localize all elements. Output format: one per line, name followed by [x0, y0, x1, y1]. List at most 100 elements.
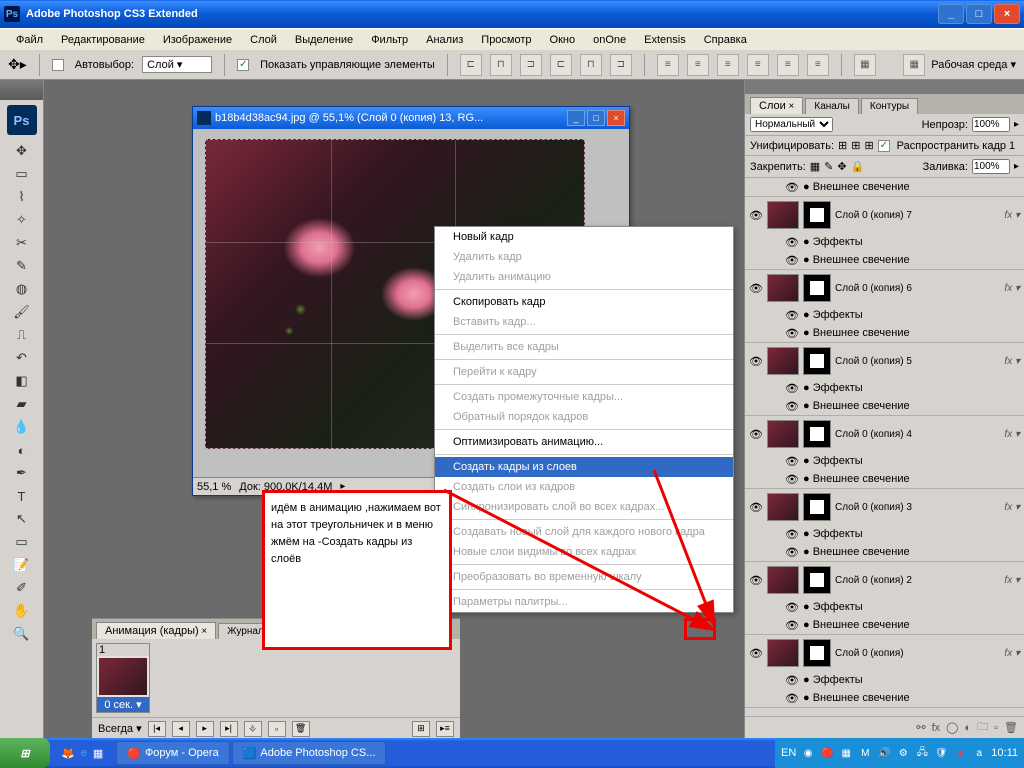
taskbar-item-opera[interactable]: 🔴 Форум - Opera	[116, 741, 229, 765]
menu-onone[interactable]: onOne	[585, 32, 634, 48]
marquee-tool[interactable]: ▭	[10, 163, 34, 185]
layer-row[interactable]: 👁Слой 0 (копия) 2fx ▾	[745, 562, 1024, 598]
gradient-tool[interactable]: ▰	[10, 393, 34, 415]
eraser-tool[interactable]: ◧	[10, 370, 34, 392]
distribute-icon[interactable]: ≡	[807, 54, 829, 76]
unify-icon[interactable]: ⊞	[838, 139, 847, 152]
frame-duration[interactable]: 0 сек. ▾	[97, 697, 149, 712]
menu-item[interactable]: Оптимизировать анимацию...	[435, 432, 733, 452]
layer-mask[interactable]	[803, 274, 831, 302]
layer-row[interactable]: 👁Слой 0 (копия) 3fx ▾	[745, 489, 1024, 525]
blend-mode-dropdown[interactable]: Нормальный	[750, 117, 833, 132]
tray-icon[interactable]: 🛡	[934, 746, 948, 760]
tray-icon[interactable]: a	[972, 746, 986, 760]
tab-paths[interactable]: Контуры	[861, 98, 918, 114]
autoselect-dropdown[interactable]: Слой ▾	[142, 56, 212, 73]
distribute-icon[interactable]: ≡	[717, 54, 739, 76]
zoom-value[interactable]: 55,1 %	[197, 481, 231, 493]
layer-mask[interactable]	[803, 493, 831, 521]
blur-tool[interactable]: 💧	[10, 416, 34, 438]
lock-icon[interactable]: ✎	[824, 160, 833, 173]
quicklaunch-icon[interactable]: e	[81, 747, 87, 759]
pen-tool[interactable]: ✒	[10, 462, 34, 484]
fill-input[interactable]	[972, 159, 1010, 174]
new-frame-button[interactable]: ▫	[268, 721, 286, 737]
align-icon[interactable]: ⊐	[610, 54, 632, 76]
maximize-button[interactable]: □	[966, 4, 992, 24]
loop-dropdown[interactable]: Всегда ▾	[98, 722, 142, 735]
distribute-icon[interactable]: ≡	[687, 54, 709, 76]
menu-item[interactable]: Создать кадры из слоев	[435, 457, 733, 477]
propagate-checkbox[interactable]	[878, 140, 890, 152]
distribute-icon[interactable]: ≡	[657, 54, 679, 76]
visibility-icon[interactable]: 👁	[749, 428, 763, 441]
slice-tool[interactable]: ✎	[10, 255, 34, 277]
doc-close-button[interactable]: ×	[607, 110, 625, 126]
move-tool-icon[interactable]: ✥▸	[8, 56, 27, 73]
layer-mask[interactable]	[803, 420, 831, 448]
eyedropper-tool[interactable]: ✐	[10, 577, 34, 599]
unify-icon[interactable]: ⊞	[864, 139, 873, 152]
align-icon[interactable]: ⊓	[490, 54, 512, 76]
mask-icon[interactable]: ◯	[946, 721, 958, 734]
panel-menu-button[interactable]: ▸≡	[436, 721, 454, 737]
delete-frame-button[interactable]: 🗑	[292, 721, 310, 737]
menu-фильтр[interactable]: Фильтр	[363, 32, 416, 48]
menu-item[interactable]: Скопировать кадр	[435, 292, 733, 312]
taskbar-item-photoshop[interactable]: 🟦 Adobe Photoshop CS...	[232, 741, 387, 765]
layer-row[interactable]: 👁Слой 0 (копия) 5fx ▾	[745, 343, 1024, 379]
layer-mask[interactable]	[803, 347, 831, 375]
clock[interactable]: 10:11	[991, 747, 1018, 759]
menu-файл[interactable]: Файл	[8, 32, 51, 48]
menu-слой[interactable]: Слой	[242, 32, 285, 48]
group-icon[interactable]: 🗀	[977, 718, 988, 737]
stamp-tool[interactable]: ⎍	[10, 324, 34, 346]
first-frame-button[interactable]: |◂	[148, 721, 166, 737]
play-button[interactable]: ▸	[196, 721, 214, 737]
lock-icon[interactable]: ▦	[810, 160, 820, 173]
workspace-icon[interactable]: ▦	[903, 54, 925, 76]
opacity-input[interactable]	[972, 117, 1010, 132]
tab-channels[interactable]: Каналы	[805, 98, 859, 114]
menu-extensis[interactable]: Extensis	[636, 32, 694, 48]
workspace-dropdown[interactable]: Рабочая среда ▾	[931, 58, 1016, 71]
next-frame-button[interactable]: ▸|	[220, 721, 238, 737]
path-tool[interactable]: ↖	[10, 508, 34, 530]
distribute-icon[interactable]: ≡	[777, 54, 799, 76]
tray-icon[interactable]: ⚙	[896, 746, 910, 760]
distribute-icon[interactable]: ≡	[747, 54, 769, 76]
layer-row[interactable]: 👁Слой 0 (копия) 7fx ▾	[745, 197, 1024, 233]
align-icon[interactable]: ⊐	[520, 54, 542, 76]
crop-tool[interactable]: ✂	[10, 232, 34, 254]
fx-icon[interactable]: fx	[932, 722, 941, 734]
prev-frame-button[interactable]: ◂	[172, 721, 190, 737]
doc-minimize-button[interactable]: _	[567, 110, 585, 126]
tray-icon[interactable]: ▲	[953, 746, 967, 760]
delete-layer-icon[interactable]: 🗑	[1004, 721, 1018, 734]
brush-tool[interactable]: 🖌	[10, 301, 34, 323]
tray-icon[interactable]: ▦	[839, 746, 853, 760]
notes-tool[interactable]: 📝	[10, 554, 34, 576]
animation-frame[interactable]: 1 0 сек. ▾	[96, 643, 150, 713]
tween-button[interactable]: ⎀	[244, 721, 262, 737]
visibility-icon[interactable]: 👁	[749, 647, 763, 660]
type-tool[interactable]: T	[10, 485, 34, 507]
wand-tool[interactable]: ✧	[10, 209, 34, 231]
tab-animation[interactable]: Анимация (кадры) ×	[96, 622, 216, 639]
menu-справка[interactable]: Справка	[696, 32, 755, 48]
layer-mask[interactable]	[803, 566, 831, 594]
show-controls-checkbox[interactable]	[237, 59, 249, 71]
visibility-icon[interactable]: 👁	[749, 355, 763, 368]
menu-изображение[interactable]: Изображение	[155, 32, 240, 48]
timeline-toggle-button[interactable]: ⊞	[412, 721, 430, 737]
menu-просмотр[interactable]: Просмотр	[473, 32, 539, 48]
align-icon[interactable]: ⊓	[580, 54, 602, 76]
layer-mask[interactable]	[803, 639, 831, 667]
doc-maximize-button[interactable]: □	[587, 110, 605, 126]
menu-анализ[interactable]: Анализ	[418, 32, 471, 48]
tab-layers[interactable]: Слои ×	[750, 97, 803, 114]
tray-icon[interactable]: ◉	[801, 746, 815, 760]
move-tool[interactable]: ✥	[10, 140, 34, 162]
tray-icon[interactable]: 🔊	[877, 746, 891, 760]
lasso-tool[interactable]: ⌇	[10, 186, 34, 208]
